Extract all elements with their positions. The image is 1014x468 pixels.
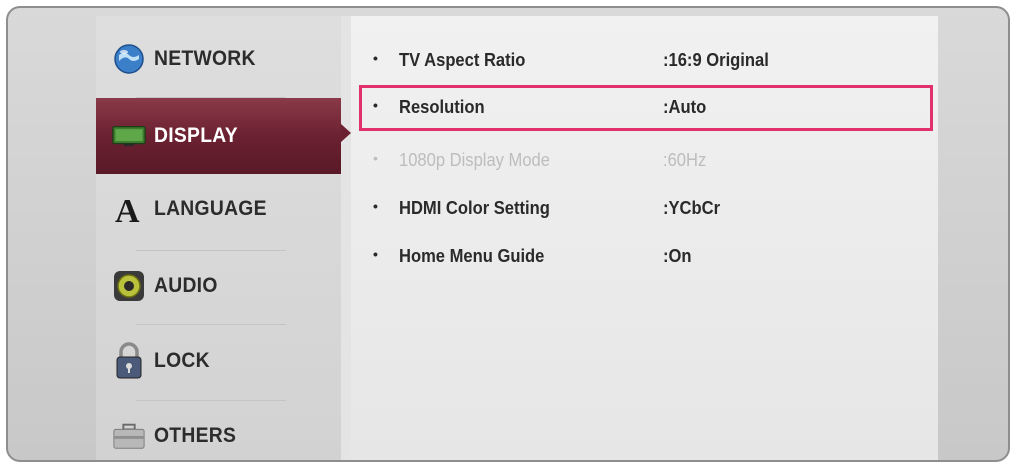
- setting-row-resolution[interactable]: • Resolution :Auto: [359, 85, 933, 131]
- sidebar-item-others[interactable]: OTHERS: [96, 401, 341, 460]
- setting-name: 1080p Display Mode: [399, 150, 550, 170]
- letter-a-icon: A: [112, 192, 146, 226]
- sidebar-item-audio[interactable]: AUDIO: [96, 251, 341, 321]
- setting-value: :Auto: [663, 97, 707, 117]
- setting-row-hdmi-color-setting[interactable]: • HDMI Color Setting :YCbCr: [351, 186, 938, 232]
- sidebar-item-language[interactable]: A LANGUAGE: [96, 174, 341, 244]
- setting-value: :On: [663, 246, 692, 266]
- toolbox-icon: [112, 419, 146, 453]
- bullet: •: [373, 198, 378, 214]
- bullet: •: [373, 150, 378, 166]
- svg-text:A: A: [115, 193, 140, 226]
- sidebar-item-network[interactable]: NETWORK: [96, 24, 341, 94]
- setting-name: Home Menu Guide: [399, 246, 545, 266]
- sidebar-item-lock[interactable]: LOCK: [96, 326, 341, 396]
- active-pointer: [341, 124, 351, 142]
- bullet: •: [373, 50, 378, 66]
- setting-name: Resolution: [399, 97, 485, 117]
- settings-frame: NETWORK DISPLAY A LANGUAGE AUDIO LOCK OT…: [6, 6, 1010, 462]
- globe-icon: [112, 42, 146, 76]
- setting-value: :YCbCr: [663, 198, 721, 218]
- padlock-icon: [112, 342, 146, 379]
- speaker-icon: [112, 269, 146, 303]
- sidebar-item-label: OTHERS: [154, 424, 237, 447]
- setting-name: HDMI Color Setting: [399, 198, 550, 218]
- sidebar-item-label: AUDIO: [154, 274, 218, 297]
- setting-value: :60Hz: [663, 150, 707, 170]
- settings-screen: NETWORK DISPLAY A LANGUAGE AUDIO LOCK OT…: [96, 16, 938, 460]
- tv-icon: [112, 119, 146, 153]
- bullet: •: [373, 97, 378, 113]
- setting-row-tv-aspect-ratio[interactable]: • TV Aspect Ratio :16:9 Original: [351, 38, 938, 84]
- setting-row-1080p-display-mode: • 1080p Display Mode :60Hz: [351, 138, 938, 184]
- sidebar-item-label: LOCK: [154, 349, 210, 372]
- sidebar-item-label: NETWORK: [154, 47, 256, 70]
- setting-row-home-menu-guide[interactable]: • Home Menu Guide :On: [351, 234, 938, 280]
- setting-name: TV Aspect Ratio: [399, 50, 526, 70]
- display-settings-panel: • TV Aspect Ratio :16:9 Original • Resol…: [351, 16, 938, 460]
- setting-value: :16:9 Original: [663, 50, 769, 70]
- sidebar-item-label: DISPLAY: [154, 124, 238, 147]
- sidebar-item-label: LANGUAGE: [154, 197, 267, 220]
- sidebar-item-display[interactable]: DISPLAY: [96, 98, 341, 174]
- bullet: •: [373, 246, 378, 262]
- divider: [136, 324, 286, 325]
- settings-sidebar: NETWORK DISPLAY A LANGUAGE AUDIO LOCK OT…: [96, 16, 341, 460]
